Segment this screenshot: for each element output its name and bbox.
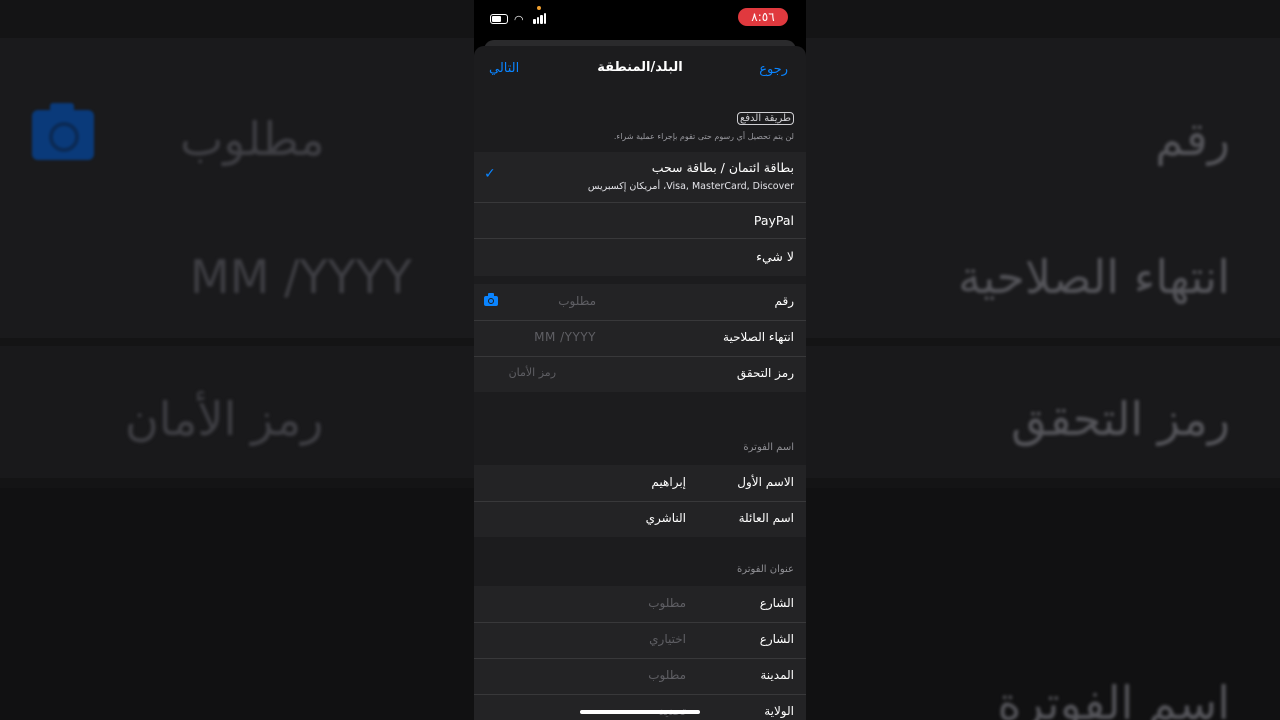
bg-billing-name-header: اسم الفوترة xyxy=(997,676,1230,720)
signal-icon xyxy=(533,12,547,24)
expiry-label: انتهاء الصلاحية xyxy=(723,330,794,344)
checkmark-icon: ✓ xyxy=(484,166,496,182)
card-details: رقم مطلوب انتهاء الصلاحية MM /YYYY رمز ا… xyxy=(474,284,806,392)
first-name-label: الاسم الأول xyxy=(737,475,794,489)
camera-icon xyxy=(32,103,94,160)
cvv-label: رمز التحقق xyxy=(736,366,794,380)
payment-option-title: بطاقة ائتمان / بطاقة سحب xyxy=(651,160,794,175)
bg-number-label: رقم xyxy=(1155,112,1230,166)
street2-input[interactable]: اختياري xyxy=(649,632,686,646)
first-name-input[interactable]: إبراهيم xyxy=(651,475,686,489)
billing-name-header: اسم الفوترة xyxy=(743,442,794,453)
payment-sheet: التالي البلد/المنطقة رجوع طريقة الدفع لن… xyxy=(474,46,806,720)
payment-method-subheader: لن يتم تحصيل أي رسوم حتى تقوم بإجراء عمل… xyxy=(613,132,794,141)
payment-option-paypal[interactable]: PayPal xyxy=(474,203,806,239)
payment-option-none[interactable]: لا شيء xyxy=(474,239,806,275)
bg-expiry-placeholder: MM /YYYY xyxy=(190,250,412,304)
street-label: الشارع xyxy=(759,596,794,610)
street-input[interactable]: مطلوب xyxy=(648,596,686,610)
expiry-input[interactable]: MM /YYYY xyxy=(534,330,596,344)
billing-address: الشارع مطلوب الشارع اختياري المدينة مطلو… xyxy=(474,586,806,720)
city-row[interactable]: المدينة مطلوب xyxy=(474,658,806,695)
bg-cvv-label: رمز التحقق xyxy=(1011,392,1230,446)
last-name-row[interactable]: اسم العائلة الناشري xyxy=(474,501,806,537)
status-bar: ◠ ٨:٥٦ xyxy=(474,0,806,38)
wifi-icon: ◠ xyxy=(514,13,524,26)
expiry-row[interactable]: انتهاء الصلاحية MM /YYYY xyxy=(474,320,806,357)
state-label: الولاية xyxy=(764,704,794,718)
card-number-input[interactable]: مطلوب xyxy=(558,294,596,308)
payment-option-card[interactable]: بطاقة ائتمان / بطاقة سحب Visa, MasterCar… xyxy=(474,152,806,203)
page-title: البلد/المنطقة xyxy=(597,60,683,75)
camera-icon[interactable] xyxy=(484,293,498,306)
navigation-bar: التالي البلد/المنطقة رجوع xyxy=(474,46,806,92)
first-name-row[interactable]: الاسم الأول إبراهيم xyxy=(474,465,806,502)
city-label: المدينة xyxy=(760,668,794,682)
card-number-label: رقم xyxy=(774,294,794,308)
last-name-input[interactable]: الناشري xyxy=(646,511,686,525)
bg-cvv-placeholder: رمز الأمان xyxy=(125,392,324,446)
back-button[interactable]: رجوع xyxy=(759,62,788,77)
payment-option-title: لا شيء xyxy=(756,249,794,264)
street2-row[interactable]: الشارع اختياري xyxy=(474,622,806,659)
battery-icon xyxy=(490,14,508,24)
cvv-row[interactable]: رمز التحقق رمز الأمان xyxy=(474,356,806,392)
status-time: ٨:٥٦ xyxy=(738,8,788,26)
payment-option-subtitle: Visa, MasterCard, Discover، أمريكان إكسب… xyxy=(587,181,794,192)
city-input[interactable]: مطلوب xyxy=(648,668,686,682)
last-name-label: اسم العائلة xyxy=(738,511,794,525)
privacy-indicator xyxy=(537,6,541,10)
payment-option-title: PayPal xyxy=(753,213,794,228)
state-row[interactable]: الولاية تحديد xyxy=(474,694,806,720)
bg-number-placeholder: مطلوب xyxy=(180,112,325,166)
cvv-input[interactable]: رمز الأمان xyxy=(509,366,556,379)
payment-method-header: طريقة الدفع xyxy=(736,112,794,125)
card-number-row[interactable]: رقم مطلوب xyxy=(474,284,806,321)
phone-screen: ◠ ٨:٥٦ التالي البلد/المنطقة رجوع طريقة ا… xyxy=(474,0,806,720)
billing-address-header: عنوان الفوترة xyxy=(736,564,794,575)
home-indicator[interactable] xyxy=(580,710,700,714)
bg-expiry-label: انتهاء الصلاحية xyxy=(957,250,1230,304)
street2-label: الشارع xyxy=(759,632,794,646)
billing-name: الاسم الأول إبراهيم اسم العائلة الناشري xyxy=(474,465,806,537)
payment-options: بطاقة ائتمان / بطاقة سحب Visa, MasterCar… xyxy=(474,152,806,276)
street-row[interactable]: الشارع مطلوب xyxy=(474,586,806,623)
